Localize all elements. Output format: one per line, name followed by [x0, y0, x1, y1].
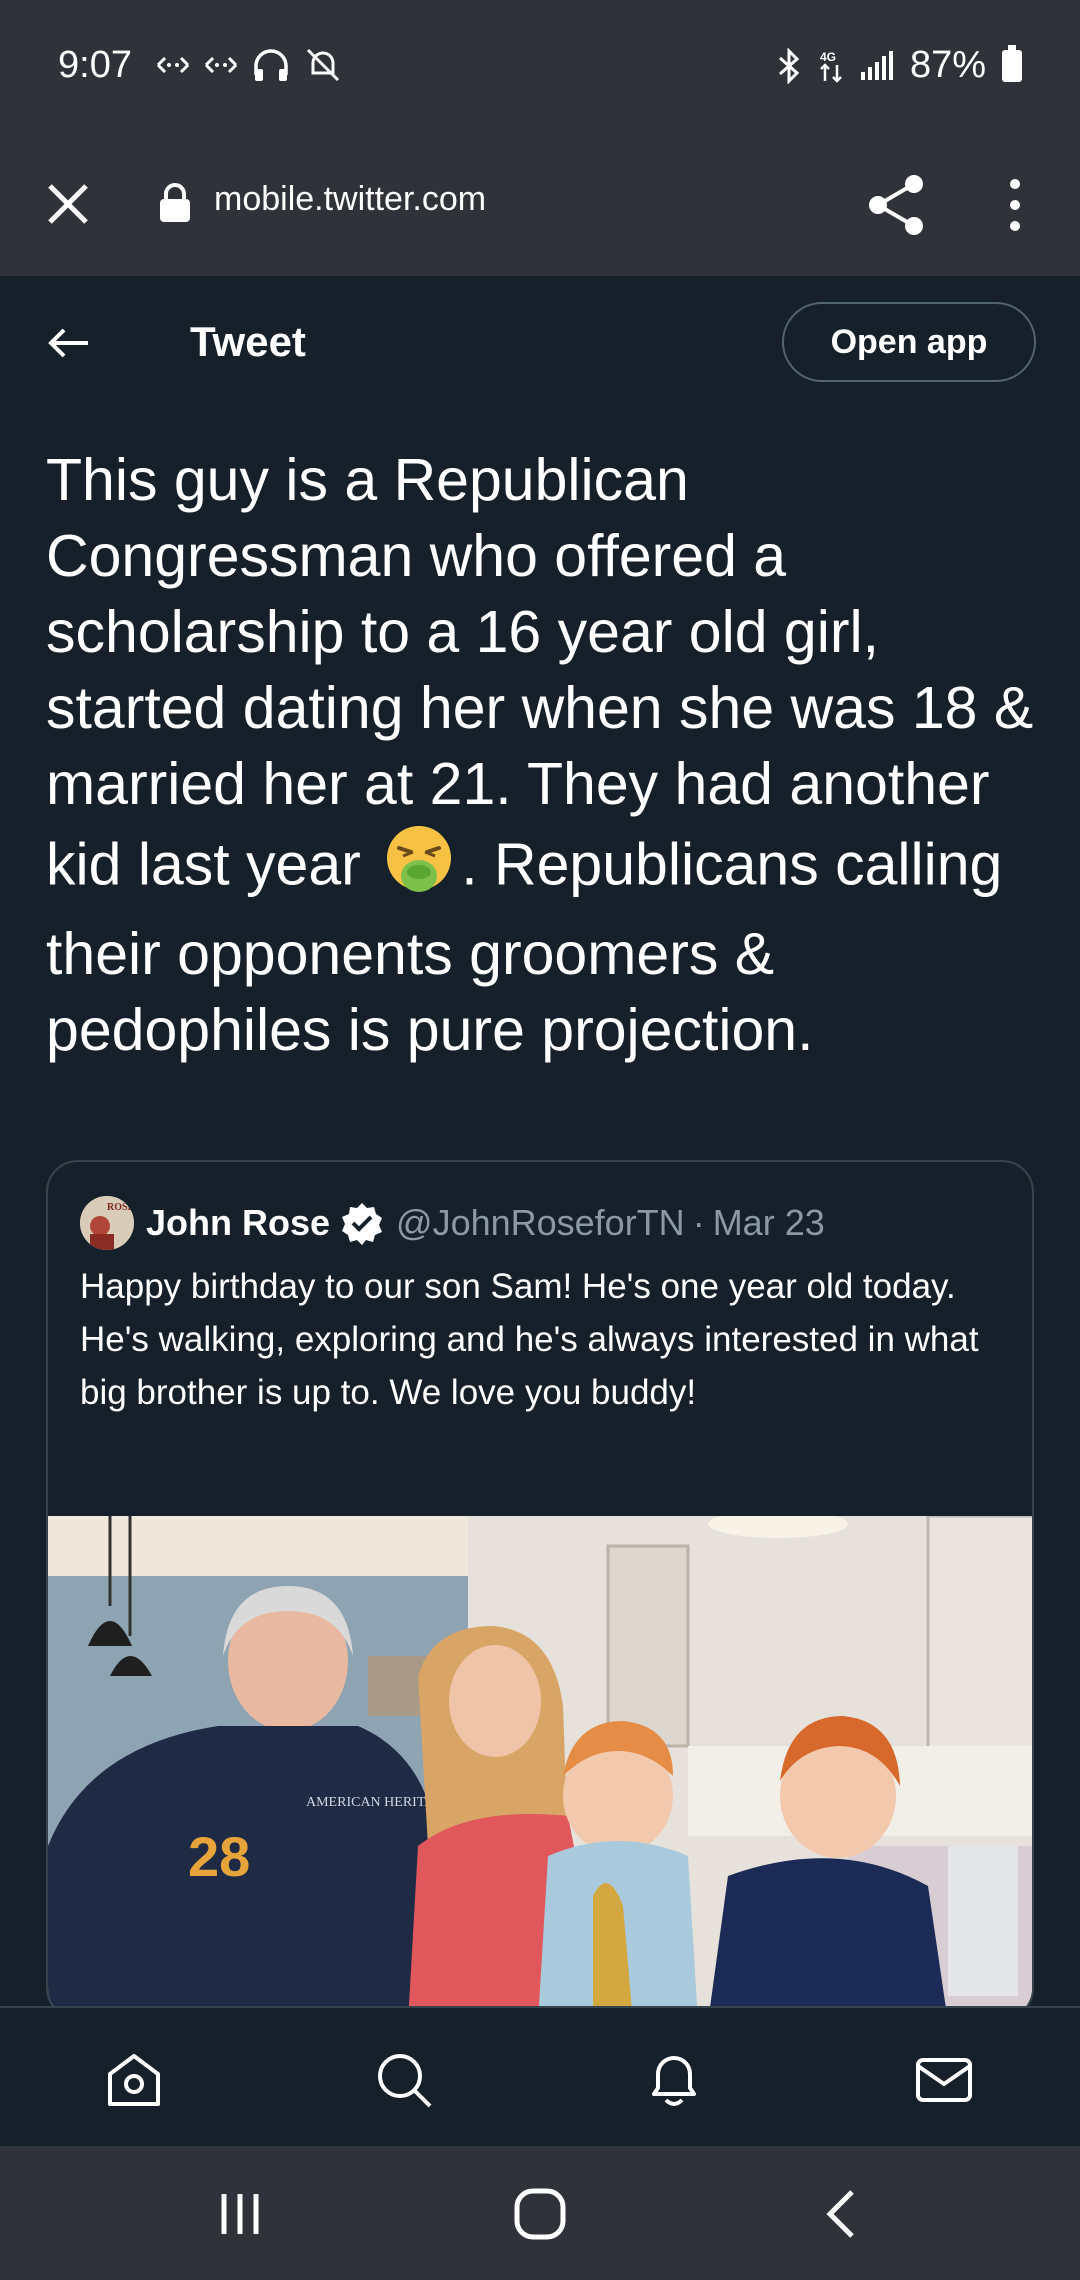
avatar: ROSE [80, 1196, 134, 1250]
more-options-button[interactable] [990, 170, 1040, 240]
mobile-data-icon: 4G [820, 50, 842, 83]
open-app-button[interactable]: Open app [782, 302, 1036, 382]
jersey-number: 28 [188, 1825, 250, 1888]
lock-icon [160, 183, 190, 222]
url-field[interactable]: mobile.twitter.com [214, 180, 486, 219]
share-button[interactable] [862, 170, 932, 240]
author-handle: @JohnRoseforTN [396, 1202, 685, 1243]
bottom-nav [0, 2006, 1080, 2148]
author-name[interactable]: John Rose [146, 1202, 330, 1244]
verified-badge-icon [342, 1203, 383, 1245]
battery-percent: 87% [909, 44, 986, 86]
close-tab-button[interactable] [38, 174, 98, 234]
bluetooth-icon [778, 47, 800, 84]
system-back-button[interactable] [816, 2186, 872, 2242]
home-button[interactable] [512, 2186, 568, 2242]
system-navigation-bar [0, 2146, 1080, 2280]
tweet-date: Mar 23 [712, 1202, 825, 1243]
status-right: 4G 87% [776, 44, 1022, 87]
status-bar: 9:07 4G 87% [0, 0, 1080, 140]
tweet-header: Tweet Open app [0, 278, 1080, 408]
vomiting-face-icon [381, 822, 457, 916]
page-title: Tweet [190, 318, 306, 365]
recent-apps-button[interactable] [212, 2186, 268, 2242]
back-arrow-button[interactable] [44, 318, 94, 368]
quoted-tweet-header: ROSE John Rose @JohnRoseforTN · Mar 23 [80, 1196, 825, 1250]
avatar-text: ROSE [107, 1202, 134, 1213]
headphones-icon [254, 49, 288, 81]
status-time: 9:07 [58, 44, 132, 86]
notifications-icon[interactable] [642, 2048, 706, 2112]
signal-icon [860, 50, 893, 80]
quoted-tweet-text: Happy birthday to our son Sam! He's one … [80, 1267, 979, 1412]
tweet-photo[interactable]: 28 AMERICAN HERITAGE FFA [48, 1516, 1034, 2020]
messages-icon[interactable] [912, 2048, 976, 2112]
home-icon[interactable] [102, 2048, 166, 2112]
data-sync-icon [156, 56, 190, 74]
quoted-tweet[interactable]: ROSE John Rose @JohnRoseforTN · Mar 23 H… [46, 1160, 1034, 2020]
svg-text:4G: 4G [820, 50, 836, 64]
tweet-text: This guy is a Republican Congressman who… [46, 442, 1046, 1068]
browser-bar: mobile.twitter.com [0, 140, 1080, 278]
notifications-off-icon [306, 48, 340, 82]
data-sync-icon-2 [204, 56, 238, 74]
search-icon[interactable] [372, 2048, 436, 2112]
battery-icon [1002, 44, 1022, 82]
meta-separator: · [692, 1202, 705, 1243]
tweet-text-part-1: This guy is a Republican Congressman who… [46, 447, 1034, 898]
status-left-icons [156, 46, 342, 84]
